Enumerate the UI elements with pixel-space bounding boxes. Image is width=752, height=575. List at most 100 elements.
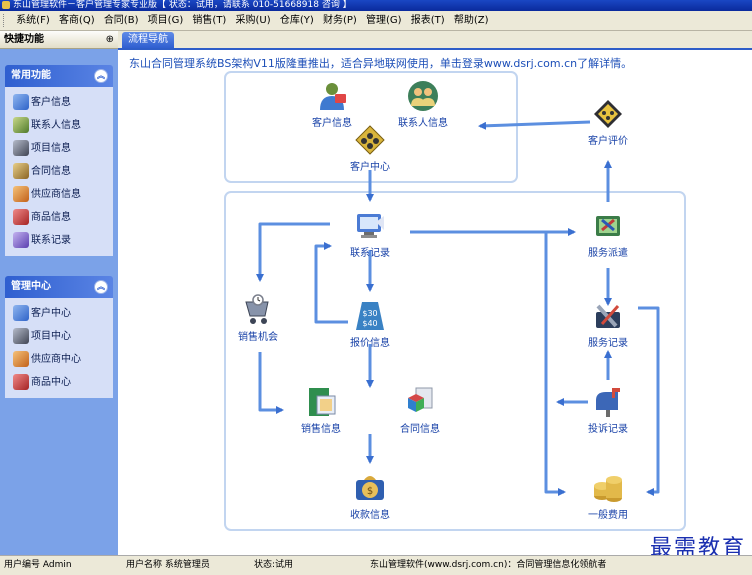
node-sales-opportunity[interactable]: 销售机会: [223, 294, 293, 343]
product-center-icon: [13, 374, 29, 390]
price-tag-icon: $30 $40: [354, 300, 386, 332]
node-service-dispatch[interactable]: 服务派遣: [573, 210, 643, 259]
collapse-icon[interactable]: ︽: [94, 69, 108, 83]
sidebar-item-customer-info[interactable]: 客户信息: [13, 91, 113, 114]
sidebar-item-project-center[interactable]: 项目中心: [13, 325, 113, 348]
node-label: 销售信息: [301, 424, 341, 435]
menu-management[interactable]: 管理(G): [363, 15, 405, 26]
sidebar-item-supplier-center[interactable]: 供应商中心: [13, 348, 113, 371]
status-bar: 用户编号 Admin 用户名称 系统管理员 状态:试用 东山管理软件(www.d…: [0, 555, 752, 575]
menu-finance[interactable]: 财务(P): [320, 15, 360, 26]
menu-contract[interactable]: 合同(B): [101, 15, 142, 26]
arrow-opportunity-to-sales: [258, 352, 284, 414]
panel-title-management: 管理中心: [11, 281, 51, 292]
node-customer-center[interactable]: 客户中心: [335, 124, 405, 173]
menu-purchase[interactable]: 采购(U): [233, 15, 274, 26]
sidebar-item-supplier-info[interactable]: 供应商信息: [13, 183, 113, 206]
node-label: 服务记录: [588, 338, 628, 349]
node-label: 合同信息: [400, 424, 440, 435]
node-contract-info[interactable]: 合同信息: [385, 386, 455, 435]
status-company: 东山管理软件(www.dsrj.com.cn)：合同管理信息化领航者: [370, 560, 607, 570]
node-contact-info[interactable]: 联系人信息: [388, 80, 458, 129]
project-info-icon: [13, 140, 29, 156]
sidebar-item-label: 项目信息: [31, 143, 71, 154]
sidebar-item-customer-center[interactable]: 客户中心: [13, 302, 113, 325]
window-title-bar: 东山管理软件－客户管理专家专业版【 状态：试用，请联系 010-51668918…: [0, 0, 752, 11]
node-complaint-record[interactable]: 投诉记录: [573, 386, 643, 435]
node-customer-info[interactable]: 客户信息: [297, 80, 367, 129]
contact-info-icon: [13, 117, 29, 133]
sidebar-item-product-center[interactable]: 商品中心: [13, 371, 113, 394]
sidebar-item-contact-info[interactable]: 联系人信息: [13, 114, 113, 137]
sidebar-item-contact-record[interactable]: 联系记录: [13, 229, 113, 252]
status-state: 状态:试用: [254, 560, 294, 570]
sidebar-item-label: 联系记录: [31, 235, 71, 246]
sidebar-item-label: 客户信息: [31, 97, 71, 108]
panel-header-common[interactable]: 常用功能 ︽: [5, 65, 113, 87]
shortcut-sidebar: 快捷功能 ⊕ 常用功能 ︽ 客户信息 联系人信息 项目信息 合同信息 供应商信息…: [0, 31, 118, 555]
panel-body-common: 客户信息 联系人信息 项目信息 合同信息 供应商信息 商品信息 联系记录: [5, 87, 113, 256]
sidebar-item-contract-info[interactable]: 合同信息: [13, 160, 113, 183]
project-center-icon: [13, 328, 29, 344]
svg-text:$: $: [367, 486, 373, 497]
node-label: 销售机会: [238, 332, 278, 343]
node-contact-record[interactable]: 联系记录: [335, 210, 405, 259]
supplier-info-icon: [13, 186, 29, 202]
node-quote-info[interactable]: $30 $40 报价信息: [335, 300, 405, 349]
contact-people-icon: [407, 80, 439, 112]
panel-management-center: 管理中心 ︽ 客户中心 项目中心 供应商中心 商品中心: [5, 276, 113, 398]
panel-header-management[interactable]: 管理中心 ︽: [5, 276, 113, 298]
customer-info-icon: [13, 94, 29, 110]
service-dispatch-icon: [592, 210, 624, 242]
coins-icon: [592, 472, 624, 504]
toolbar-grip[interactable]: [3, 14, 7, 27]
customer-info-icon: [316, 80, 348, 112]
menu-sales[interactable]: 销售(T): [189, 15, 229, 26]
sidebar-item-label: 客户中心: [31, 308, 71, 319]
sidebar-item-label: 商品信息: [31, 212, 71, 223]
menu-merchant[interactable]: 客商(Q): [56, 15, 98, 26]
sidebar-item-label: 合同信息: [31, 166, 71, 177]
node-label: 联系记录: [350, 248, 390, 259]
sidebar-title: 快捷功能: [4, 34, 44, 45]
tab-bar: 流程导航: [118, 31, 752, 50]
product-info-icon: [13, 209, 29, 225]
sidebar-item-product-info[interactable]: 商品信息: [13, 206, 113, 229]
node-sales-info[interactable]: 销售信息: [286, 386, 356, 435]
menu-warehouse[interactable]: 仓库(Y): [277, 15, 317, 26]
service-tools-icon: [592, 300, 624, 332]
node-label: 客户中心: [350, 162, 390, 173]
menu-system[interactable]: 系统(F): [13, 15, 53, 26]
menu-reports[interactable]: 报表(T): [408, 15, 448, 26]
node-general-expense[interactable]: 一般费用: [573, 472, 643, 521]
shopping-cart-icon: [242, 294, 274, 326]
panel-body-management: 客户中心 项目中心 供应商中心 商品中心: [5, 298, 113, 398]
node-payment-info[interactable]: $ 收款信息: [335, 472, 405, 521]
pin-icon[interactable]: ⊕: [106, 31, 114, 48]
sidebar-header: 快捷功能 ⊕: [0, 31, 118, 49]
sidebar-item-label: 联系人信息: [31, 120, 81, 131]
sidebar-item-label: 商品中心: [31, 377, 71, 388]
node-service-record[interactable]: 服务记录: [573, 300, 643, 349]
collapse-icon[interactable]: ︽: [94, 280, 108, 294]
sales-info-icon: [305, 386, 337, 418]
menu-help[interactable]: 帮助(Z): [451, 15, 492, 26]
node-customer-review[interactable]: 客户评价: [573, 98, 643, 147]
money-bag-icon: $: [354, 472, 386, 504]
node-label: 一般费用: [588, 510, 628, 521]
arrow-dispatch-to-expense: [544, 232, 566, 496]
sidebar-item-label: 供应商信息: [31, 189, 81, 200]
node-label: 投诉记录: [588, 424, 628, 435]
contract-info-icon: [13, 163, 29, 179]
node-label: 服务派遣: [588, 248, 628, 259]
menu-project[interactable]: 项目(G): [145, 15, 187, 26]
sidebar-item-project-info[interactable]: 项目信息: [13, 137, 113, 160]
node-label: 收款信息: [350, 510, 390, 521]
menu-bar: 系统(F) 客商(Q) 合同(B) 项目(G) 销售(T) 采购(U) 仓库(Y…: [0, 11, 752, 31]
contact-record-icon: [354, 210, 386, 242]
contract-blocks-icon: [404, 386, 436, 418]
flow-navigation-canvas: 东山合同管理系统BS架构V11版隆重推出，适合异地联网使用，单击登录www.ds…: [118, 50, 752, 555]
window-title: 东山管理软件－客户管理专家专业版【 状态：试用，请联系 010-51668918…: [13, 0, 352, 10]
tab-flow-navigation[interactable]: 流程导航: [122, 32, 174, 48]
panel-title-common: 常用功能: [11, 70, 51, 81]
